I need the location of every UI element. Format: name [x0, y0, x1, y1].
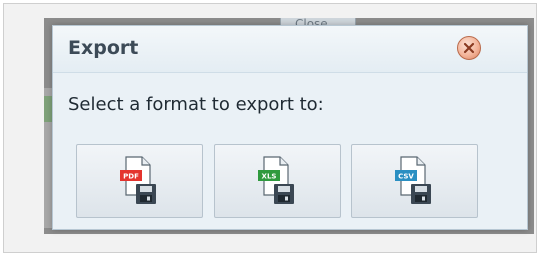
export-xls-button[interactable]: XLS	[214, 144, 341, 218]
export-dialog: Export Select a format to export to: PDF	[52, 25, 528, 230]
export-prompt: Select a format to export to:	[68, 94, 324, 115]
export-csv-button[interactable]: CSV	[351, 144, 478, 218]
close-button[interactable]	[457, 36, 481, 60]
dialog-header: Export	[53, 26, 527, 73]
pdf-file-icon: PDF	[120, 156, 156, 204]
close-icon	[463, 42, 475, 54]
pdf-label: PDF	[123, 173, 139, 181]
export-pdf-button[interactable]: PDF	[76, 144, 203, 218]
dialog-title: Export	[68, 37, 139, 59]
xls-label: XLS	[262, 173, 277, 181]
csv-label: CSV	[398, 173, 414, 181]
csv-file-icon: CSV	[395, 156, 431, 204]
xls-file-icon: XLS	[258, 156, 294, 204]
